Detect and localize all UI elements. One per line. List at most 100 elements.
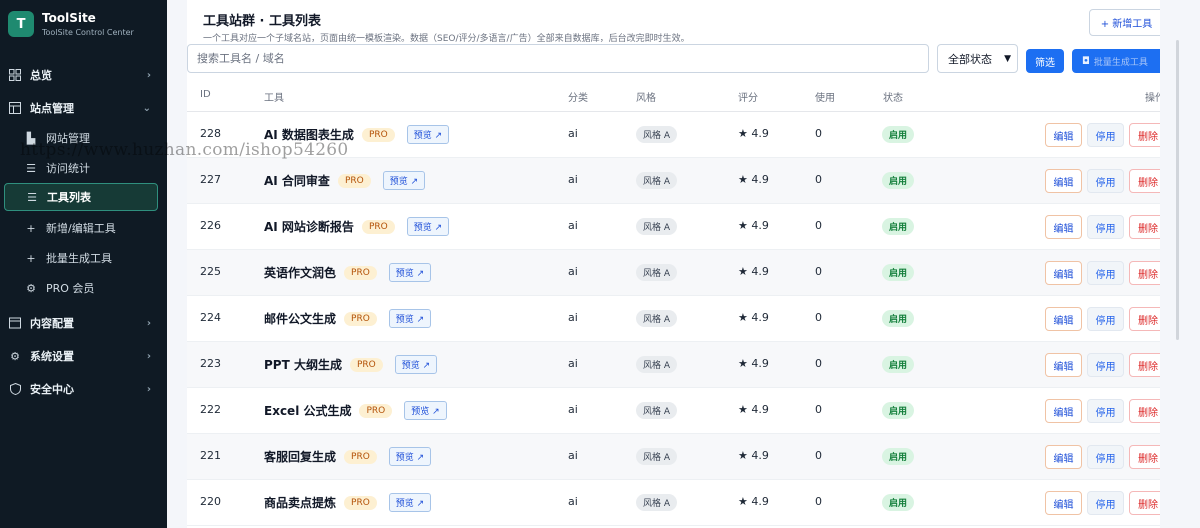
cell-category: ai [568, 311, 578, 324]
cell-tool: 英语作文润色 PRO 预览 ↗ [264, 263, 432, 282]
table-row: 225 英语作文润色 PRO 预览 ↗ ai 风格 A ★ 4.9 0 启用 编辑 停用 删除 [187, 250, 1180, 296]
cell-score: ★ 4.9 [738, 495, 769, 508]
status-select-value: 全部状态 [948, 52, 992, 66]
preview-link[interactable]: 预览 ↗ [382, 171, 426, 190]
edit-button[interactable]: 编辑 [1045, 307, 1082, 331]
chevron-right-icon: › [146, 317, 151, 329]
tool-name: PPT 大纲生成 [264, 358, 342, 372]
preview-link[interactable]: 预览 ↗ [406, 125, 450, 144]
add-tool-button[interactable]: + 新增工具 [1089, 9, 1164, 36]
cell-score: ★ 4.9 [738, 265, 769, 278]
sidebar-item-batch-generate[interactable]: + 批量生成工具 [4, 245, 158, 271]
cell-id: 227 [200, 173, 221, 186]
cell-uses: 0 [815, 173, 822, 186]
table-header: ID 工具 分类 风格 评分 使用 状态 操作 [187, 80, 1180, 112]
scrollbar[interactable] [1160, 0, 1180, 528]
column-header-style: 风格 [636, 93, 656, 104]
style-badge: 风格 A [636, 126, 678, 143]
sidebar-item-security[interactable]: 安全中心 › [8, 376, 159, 402]
disable-button[interactable]: 停用 [1087, 445, 1124, 469]
disable-button[interactable]: 停用 [1087, 169, 1124, 193]
disable-button[interactable]: 停用 [1087, 261, 1124, 285]
edit-button[interactable]: 编辑 [1045, 169, 1082, 193]
disable-button[interactable]: 停用 [1087, 353, 1124, 377]
disable-button[interactable]: 停用 [1087, 399, 1124, 423]
edit-button[interactable]: 编辑 [1045, 261, 1082, 285]
preview-link[interactable]: 预览 ↗ [404, 401, 447, 420]
preview-link[interactable]: 预览 ↗ [388, 309, 432, 328]
preview-link[interactable]: 预览 ↗ [394, 355, 438, 374]
sidebar-item-system-settings[interactable]: ⚙ 系统设置 › [8, 343, 159, 369]
tool-name: AI 网站诊断报告 [264, 220, 354, 234]
edit-button[interactable]: 编辑 [1045, 399, 1082, 423]
brand-logo: T [8, 11, 34, 37]
chevron-right-icon: › [146, 69, 151, 81]
sidebar-item-site-management[interactable]: 站点管理 ⌄ [8, 95, 159, 121]
grid-icon [8, 68, 22, 82]
scrollbar-thumb[interactable] [1176, 40, 1179, 340]
cell-category: ai [568, 173, 578, 186]
tool-name: AI 数据图表生成 [264, 128, 354, 142]
sidebar-item-label: 工具列表 [47, 191, 91, 204]
edit-button[interactable]: 编辑 [1045, 123, 1082, 147]
cell-score: ★ 4.9 [738, 311, 769, 324]
sidebar-item-website-management[interactable]: ▙ 网站管理 [4, 125, 158, 151]
table-row: 226 AI 网站诊断报告 PRO 预览 ↗ ai 风格 A ★ 4.9 0 启用 编辑 停用 删除 [187, 204, 1180, 250]
tool-name: 邮件公文生成 [264, 312, 337, 326]
sidebar-item-tool-list[interactable]: ☰ 工具列表 [4, 183, 158, 211]
status-select[interactable]: 全部状态 ▼ [937, 44, 1018, 73]
cell-uses: 0 [815, 403, 822, 416]
edit-button[interactable]: 编辑 [1045, 353, 1082, 377]
chevron-down-icon: ▼ [1004, 53, 1011, 64]
search-input[interactable] [187, 44, 929, 73]
disable-button[interactable]: 停用 [1087, 123, 1124, 147]
edit-button[interactable]: 编辑 [1045, 445, 1082, 469]
sidebar-item-content-config[interactable]: 内容配置 › [8, 310, 159, 336]
pro-badge: PRO [361, 219, 395, 234]
sidebar-item-label: 批量生成工具 [46, 252, 112, 265]
preview-link[interactable]: 预览 ↗ [406, 217, 450, 236]
chevron-down-icon: ⌄ [142, 102, 151, 114]
style-badge: 风格 A [636, 264, 678, 281]
cell-id: 226 [200, 219, 221, 232]
sidebar-item-label: PRO 会员 [46, 282, 95, 295]
preview-link[interactable]: 预览 ↗ [388, 263, 432, 282]
list-icon: ☰ [27, 190, 37, 204]
column-header-category: 分类 [568, 93, 588, 104]
status-badge: 启用 [882, 218, 915, 235]
cell-id: 222 [200, 403, 221, 416]
sidebar-item-overview[interactable]: 总览 › [8, 62, 159, 88]
sidebar-item-visit-stats[interactable]: ☰ 访问统计 [4, 155, 158, 181]
cell-tool: AI 数据图表生成 PRO 预览 ↗ [264, 125, 450, 144]
sidebar-item-label: 系统设置 [30, 350, 74, 363]
cell-score: ★ 4.9 [738, 449, 769, 462]
cell-category: ai [568, 265, 578, 278]
edit-button[interactable]: 编辑 [1045, 215, 1082, 239]
cell-uses: 0 [815, 311, 822, 324]
status-badge: 启用 [882, 172, 915, 189]
sidebar-item-label: 内容配置 [30, 317, 74, 330]
disable-button[interactable]: 停用 [1087, 215, 1124, 239]
preview-link[interactable]: 预览 ↗ [388, 447, 432, 466]
sidebar-item-label: 新增/编辑工具 [46, 222, 116, 235]
cell-id: 224 [200, 311, 221, 324]
cell-id: 221 [200, 449, 221, 462]
table-row: 220 商品卖点提炼 PRO 预览 ↗ ai 风格 A ★ 4.9 0 启用 编辑 停用 删除 [187, 480, 1180, 526]
table-row: 227 AI 合同审查 PRO 预览 ↗ ai 风格 A ★ 4.9 0 启用 编辑 停用 删除 [187, 158, 1180, 204]
table-row: 228 AI 数据图表生成 PRO 预览 ↗ ai 风格 A ★ 4.9 0 启用 编辑 停用 删除 [187, 112, 1180, 158]
sidebar-item-label: 总览 [30, 69, 52, 82]
status-badge: 启用 [882, 448, 915, 465]
pro-badge: PRO [344, 495, 377, 510]
cell-id: 223 [200, 357, 221, 370]
disable-button[interactable]: 停用 [1087, 491, 1124, 515]
pro-badge: PRO [344, 311, 377, 326]
filter-button[interactable]: 筛选 [1026, 49, 1064, 73]
cell-tool: AI 网站诊断报告 PRO 预览 ↗ [264, 217, 450, 236]
edit-button[interactable]: 编辑 [1045, 491, 1082, 515]
sidebar-item-pro-member[interactable]: ⚙ PRO 会员 [4, 275, 158, 301]
cell-score: ★ 4.9 [738, 357, 769, 370]
sidebar-item-add-edit-tool[interactable]: + 新增/编辑工具 [4, 215, 158, 241]
disable-button[interactable]: 停用 [1087, 307, 1124, 331]
cell-uses: 0 [815, 127, 822, 140]
preview-link[interactable]: 预览 ↗ [388, 493, 432, 512]
